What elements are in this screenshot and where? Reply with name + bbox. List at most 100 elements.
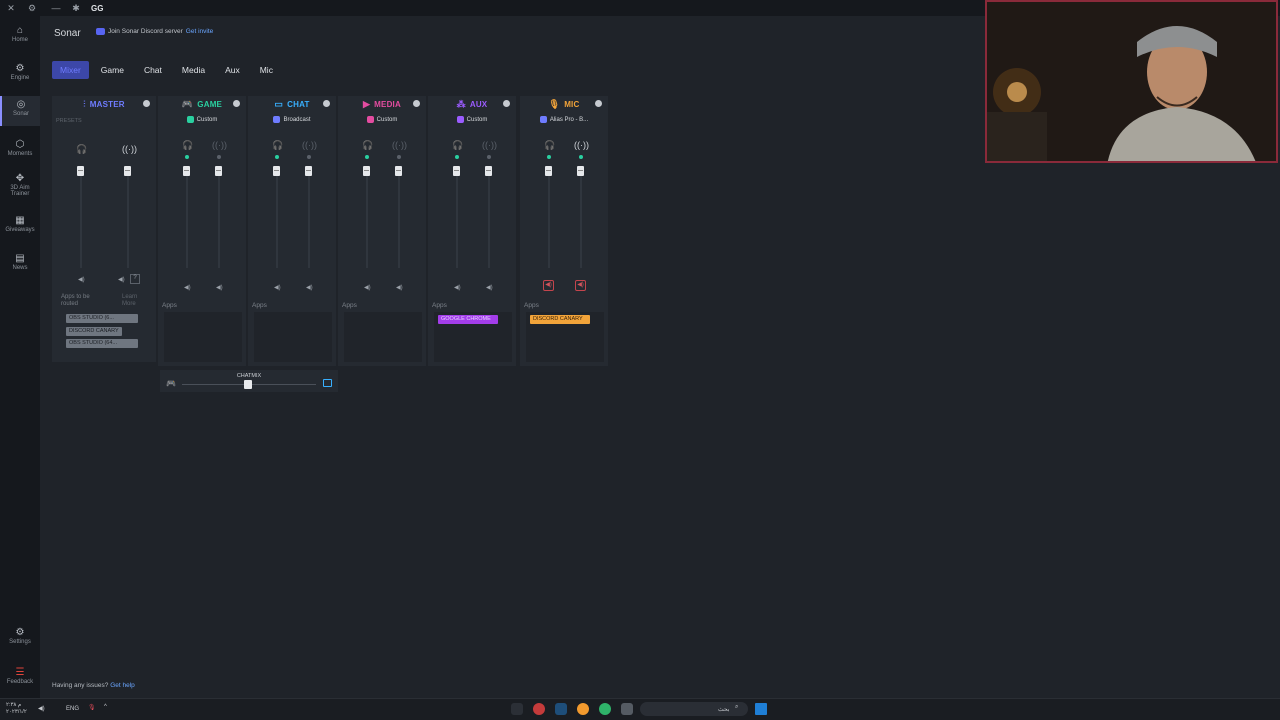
volume-slider-track[interactable] (80, 168, 82, 268)
volume-slider-track[interactable] (548, 168, 550, 268)
muted-speaker-icon[interactable]: ◀) (543, 280, 554, 291)
tab-media[interactable]: Media (174, 61, 213, 79)
muted-speaker-icon[interactable]: ◀) (575, 280, 586, 291)
speaker-icon[interactable]: ◀) (216, 284, 223, 291)
headphones-icon[interactable]: 🎧 (452, 140, 463, 151)
headphones-icon[interactable]: 🎧 (544, 140, 555, 151)
broadcast-icon[interactable]: ((·)) (212, 140, 227, 150)
app-chip[interactable]: OBS STUDIO (6... (66, 314, 138, 323)
speaker-icon[interactable]: ◀) (454, 284, 461, 291)
speaker-icon[interactable]: ◀) (396, 284, 403, 291)
volume-slider-track[interactable] (580, 168, 582, 268)
broadcast-icon[interactable]: ((·)) (122, 144, 137, 154)
sidebar-item-home[interactable]: ⌂ Home (0, 26, 40, 50)
volume-slider-handle[interactable] (363, 166, 370, 176)
headphones-icon[interactable]: 🎧 (362, 140, 373, 151)
chatmix-handle[interactable] (244, 380, 252, 389)
volume-slider-handle[interactable] (215, 166, 222, 176)
volume-slider-track[interactable] (456, 168, 458, 268)
volume-slider-handle[interactable] (545, 166, 552, 176)
speaker-icon[interactable]: ◀) (184, 284, 191, 291)
volume-slider-handle[interactable] (183, 166, 190, 176)
clock[interactable]: ۲:۳۸ م ۲۰۲۳/۱/۲ (6, 702, 27, 716)
chrome-icon[interactable] (599, 703, 611, 715)
minimize-icon[interactable]: — (45, 3, 67, 13)
volume-slider-handle[interactable] (395, 166, 402, 176)
windows-start-icon[interactable] (755, 703, 767, 715)
volume-slider-handle[interactable] (577, 166, 584, 176)
get-invite-link[interactable]: Get invite (186, 28, 213, 35)
gear-icon[interactable] (503, 100, 510, 107)
app-chip[interactable]: OBS STUDIO (64... (66, 339, 138, 348)
sidebar-item-moments[interactable]: ⬡ Moments (0, 140, 40, 164)
tab-mixer[interactable]: Mixer (52, 61, 89, 79)
learn-more-link[interactable]: Learn More (122, 294, 144, 308)
speaker-icon[interactable]: ◀) (364, 284, 371, 291)
preset-selector[interactable]: Custom (158, 116, 246, 123)
gear-icon[interactable] (595, 100, 602, 107)
tab-game[interactable]: Game (93, 61, 132, 79)
tab-aux[interactable]: Aux (217, 61, 248, 79)
preset-selector[interactable]: Alias Pro - B... (520, 116, 608, 123)
volume-slider-handle[interactable] (305, 166, 312, 176)
apps-dropzone[interactable] (344, 312, 422, 362)
volume-slider-handle[interactable] (273, 166, 280, 176)
get-help-link[interactable]: Get help (110, 682, 135, 689)
gear-icon[interactable] (143, 100, 150, 107)
task-view-icon[interactable] (621, 703, 633, 715)
help-icon[interactable]: ? (130, 274, 140, 284)
headphones-icon[interactable]: 🎧 (76, 144, 87, 155)
volume-slider-track[interactable] (186, 168, 188, 268)
preset-selector[interactable]: Custom (338, 116, 426, 123)
volume-slider-handle[interactable] (77, 166, 84, 176)
gear-icon[interactable] (413, 100, 420, 107)
steelseries-icon[interactable] (511, 703, 523, 715)
volume-slider-track[interactable] (127, 168, 129, 268)
language-indicator[interactable]: ENG (66, 706, 79, 712)
apps-dropzone[interactable] (164, 312, 242, 362)
sidebar-item-settings[interactable]: ⚙ Settings (0, 628, 40, 652)
volume-slider-handle[interactable] (124, 166, 131, 176)
volume-slider-track[interactable] (276, 168, 278, 268)
chatmix-slider[interactable]: CHATMIX 🎮 (160, 370, 338, 392)
broadcast-icon[interactable]: ((·)) (482, 140, 497, 150)
sidebar-item-sonar[interactable]: ◎ Sonar (0, 96, 40, 126)
headphones-icon[interactable]: 🎧 (272, 140, 283, 151)
broadcast-icon[interactable]: ((·)) (392, 140, 407, 150)
speaker-icon[interactable]: ◀) (306, 284, 313, 291)
search-box[interactable] (640, 702, 748, 716)
settings-icon[interactable]: ⚙ (21, 3, 43, 14)
app-chip[interactable]: DISCORD CANARY (66, 327, 122, 336)
headphones-icon[interactable]: 🎧 (182, 140, 193, 151)
tab-chat[interactable]: Chat (136, 61, 170, 79)
volume-slider-track[interactable] (308, 168, 310, 268)
microphone-icon[interactable]: 🎙 (88, 704, 96, 711)
gear-icon[interactable] (323, 100, 330, 107)
speaker-icon[interactable]: ◀) (486, 284, 493, 291)
sidebar-item-engine[interactable]: ⚙ Engine (0, 64, 40, 88)
sidebar-item-feedback[interactable]: ☰ Feedback (0, 668, 40, 692)
preset-selector[interactable]: Custom (428, 116, 516, 123)
volume-slider-track[interactable] (366, 168, 368, 268)
volume-slider-handle[interactable] (485, 166, 492, 176)
preset-selector[interactable]: Broadcast (248, 116, 336, 123)
speaker-icon[interactable]: ◀) (274, 284, 281, 291)
app-chip[interactable]: DISCORD CANARY (530, 315, 590, 324)
speaker-icon[interactable]: ◀) (118, 276, 125, 283)
volume-slider-track[interactable] (398, 168, 400, 268)
broadcast-icon[interactable]: ((·)) (574, 140, 589, 150)
volume-slider-track[interactable] (218, 168, 220, 268)
gear-icon[interactable] (233, 100, 240, 107)
speaker-icon[interactable]: ◀) (78, 276, 85, 283)
app-icon[interactable] (533, 703, 545, 715)
steam-icon[interactable] (555, 703, 567, 715)
broadcast-icon[interactable]: ((·)) (302, 140, 317, 150)
chevron-up-icon[interactable]: ^ (104, 704, 107, 710)
volume-slider-handle[interactable] (453, 166, 460, 176)
volume-slider-track[interactable] (488, 168, 490, 268)
close-icon[interactable]: ✕ (0, 3, 22, 14)
tab-mic[interactable]: Mic (252, 61, 281, 79)
browser-icon[interactable] (577, 703, 589, 715)
sidebar-item-news[interactable]: ▤ News (0, 254, 40, 278)
app-chip[interactable]: GOOGLE CHROME (438, 315, 498, 324)
